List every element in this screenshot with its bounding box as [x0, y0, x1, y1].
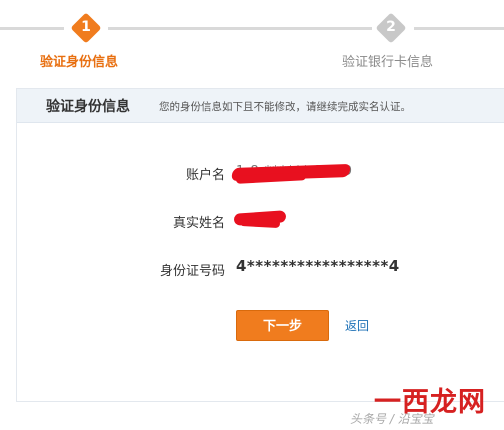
- step-1-number: 1: [81, 19, 91, 35]
- step-indicator: 1 验证身份信息 2 验证银行卡信息: [0, 0, 504, 84]
- step-2-label: 验证银行卡信息: [342, 55, 434, 70]
- section-header: 验证身份信息 您的身份信息如下且不能修改，请继续完成实名认证。: [17, 89, 504, 123]
- step-connector: [414, 27, 504, 30]
- back-link[interactable]: 返回: [345, 317, 369, 334]
- id-number-label: 身份证号码: [159, 264, 225, 279]
- identity-panel: 验证身份信息 您的身份信息如下且不能修改，请继续完成实名认证。: [16, 88, 504, 402]
- step-2-number: 2: [386, 19, 396, 35]
- next-step-button[interactable]: 下一步: [236, 310, 329, 341]
- account-name-label: 账户名: [185, 168, 225, 183]
- section-note: 您的身份信息如下且不能修改，请继续完成实名认证。: [159, 101, 411, 113]
- id-number-value: 4*****************4: [236, 257, 400, 275]
- step-connector: [108, 27, 372, 30]
- step-1-label: 验证身份信息: [40, 55, 119, 70]
- watermark-source: 头条号 / 沿宝宝: [350, 412, 434, 426]
- real-name-label: 真实姓名: [172, 216, 225, 231]
- section-title: 验证身份信息: [46, 99, 130, 115]
- step-connector: [0, 27, 64, 30]
